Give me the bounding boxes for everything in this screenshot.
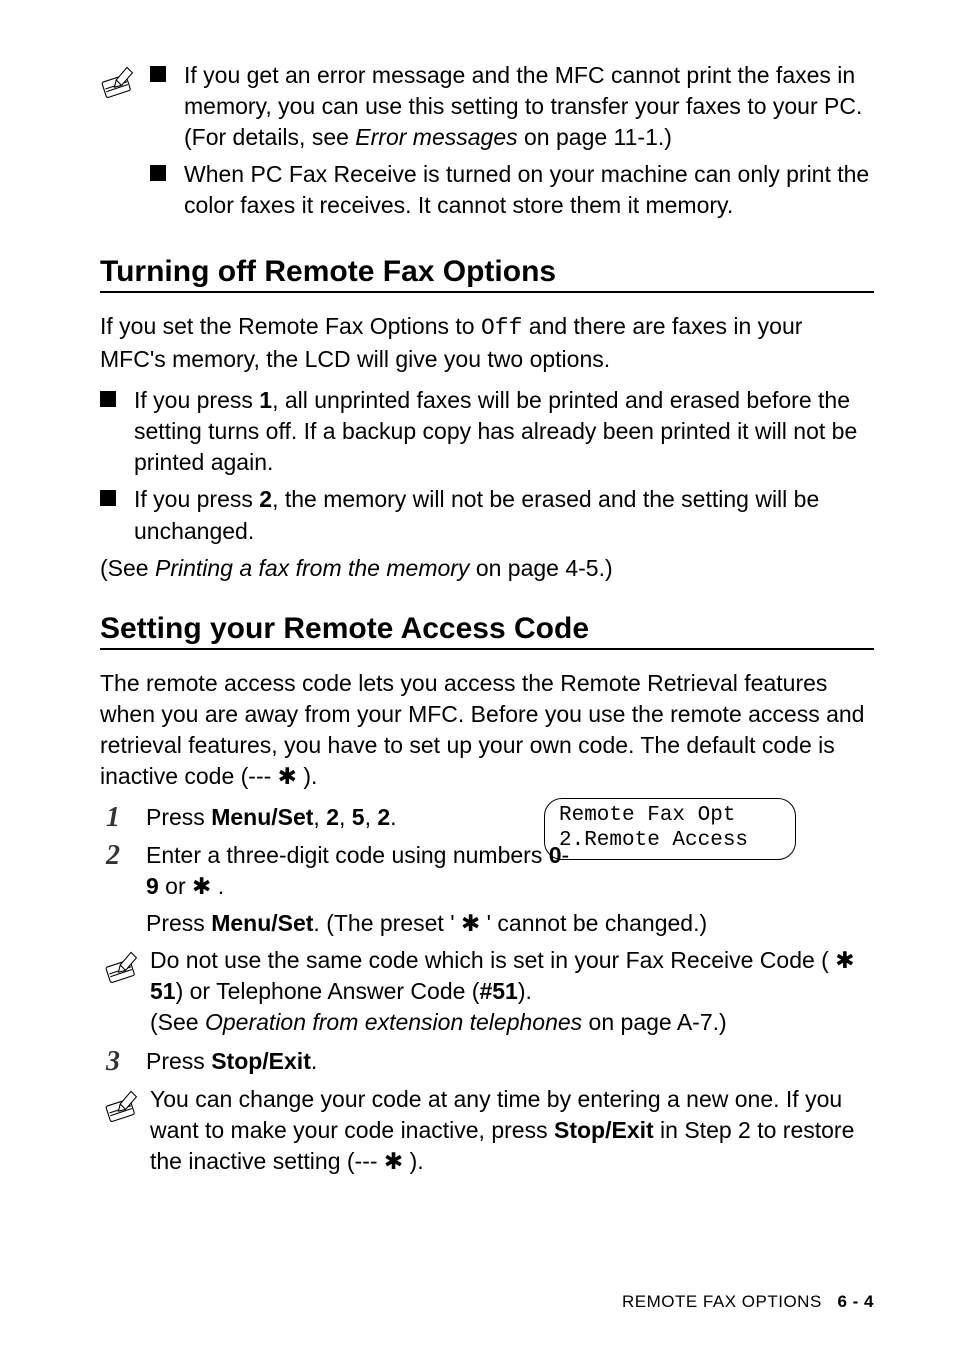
lcd-line-2: 2.Remote Access — [559, 828, 781, 853]
footer-page-number: 6 - 4 — [837, 1292, 874, 1311]
top-note-block: If you get an error message and the MFC … — [100, 60, 874, 227]
section2-intro: The remote access code lets you access t… — [100, 668, 874, 792]
section-heading-remote-access: Setting your Remote Access Code — [100, 612, 874, 650]
lcd-display: Remote Fax Opt 2.Remote Access — [544, 798, 796, 860]
step-3: 3 Press Stop/Exit. — [100, 1046, 874, 1078]
pencil-note-icon — [104, 1086, 144, 1127]
bullet-square-icon — [150, 165, 166, 181]
section1-bullet-2: If you press 2, the memory will not be e… — [134, 484, 874, 546]
note-block-change-code: You can change your code at any time by … — [104, 1084, 874, 1177]
section1-bullet-1: If you press 1, all unprinted faxes will… — [134, 385, 874, 478]
section1-intro: If you set the Remote Fax Options to Off… — [100, 311, 874, 375]
step-number-2: 2 — [106, 840, 142, 872]
step-number-1: 1 — [106, 802, 142, 834]
bullet-square-icon — [150, 66, 166, 82]
pencil-note-icon — [100, 62, 140, 103]
note-item-2: When PC Fax Receive is turned on your ma… — [184, 159, 874, 221]
note-block-codes: Do not use the same code which is set in… — [104, 945, 874, 1038]
pencil-note-icon — [104, 947, 144, 988]
section-heading-turning-off: Turning off Remote Fax Options — [100, 255, 874, 293]
section1-see-ref: (See Printing a fax from the memory on p… — [100, 553, 874, 584]
footer-section-label: REMOTE FAX OPTIONS — [622, 1292, 822, 1311]
note-item-1: If you get an error message and the MFC … — [184, 60, 874, 153]
bullet-square-icon — [100, 490, 116, 506]
bullet-square-icon — [100, 391, 116, 407]
page-footer: REMOTE FAX OPTIONS 6 - 4 — [622, 1292, 874, 1312]
step-number-3: 3 — [106, 1046, 142, 1078]
lcd-line-1: Remote Fax Opt — [559, 803, 781, 828]
